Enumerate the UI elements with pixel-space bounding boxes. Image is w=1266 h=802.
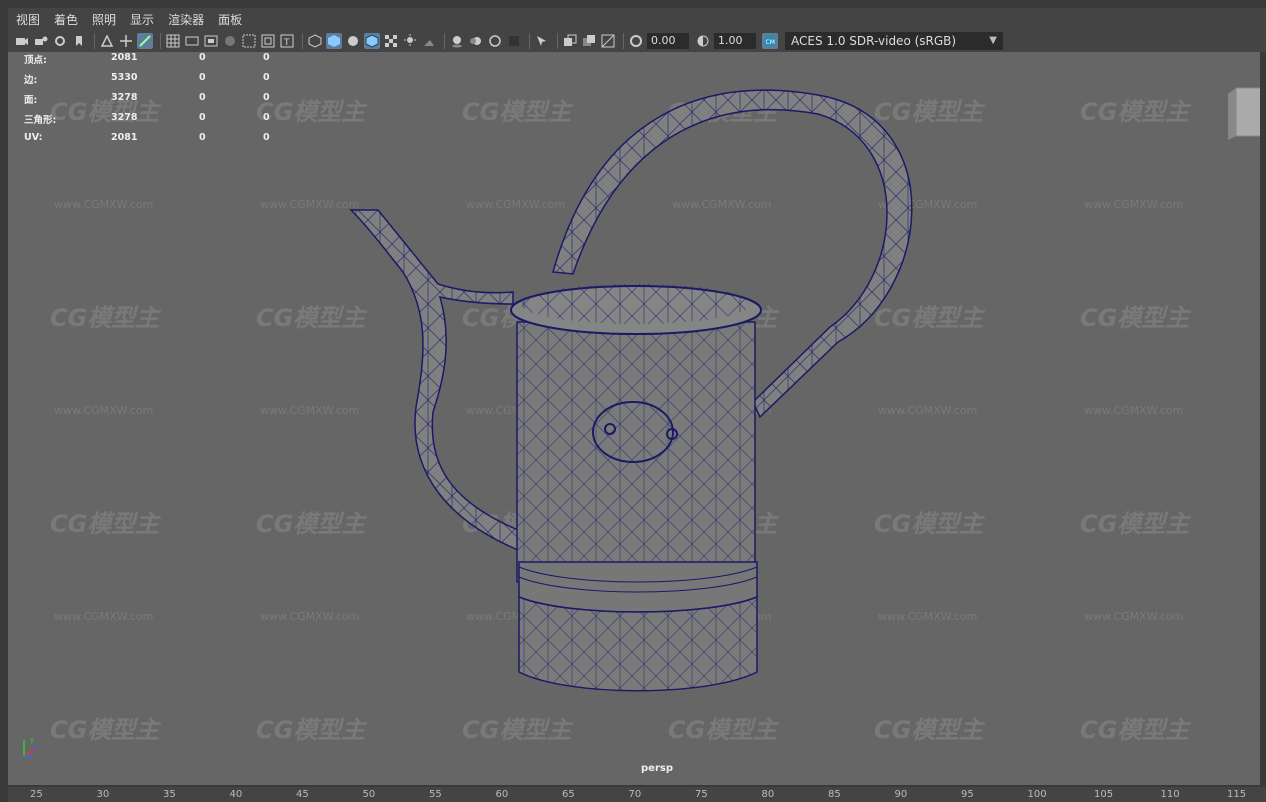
toolbar-separator — [302, 33, 303, 49]
screen-space-ao-icon[interactable] — [449, 33, 465, 49]
ruler-tick-label: 100 — [1027, 789, 1047, 800]
exposure-icon[interactable] — [628, 33, 644, 49]
toolbar-separator — [529, 33, 530, 49]
grid-icon[interactable] — [165, 33, 181, 49]
ruler-tick-label: 105 — [1094, 789, 1114, 800]
safe-action-icon[interactable] — [260, 33, 276, 49]
menu-show[interactable]: 显示 — [130, 11, 154, 28]
gamma-icon[interactable] — [695, 33, 711, 49]
view-cube-icon[interactable] — [1228, 84, 1260, 140]
time-ruler[interactable]: 25 30 35 40 45 50 55 60 65 70 75 80 85 90 95 100 105 110 1… — [0, 787, 1266, 802]
field-chart-icon[interactable] — [241, 33, 257, 49]
toolbar-separator — [94, 33, 95, 49]
shadows-icon[interactable] — [421, 33, 437, 49]
3d-viewport[interactable]: CG模型主 CG模型主 CG模型主 CG模型主 CG模型主 CG模型主 CG模型主 CG模型主… — [8, 52, 1260, 785]
ruler-tick-label: 55 — [429, 789, 442, 800]
safe-title-icon[interactable]: T — [279, 33, 295, 49]
panel-toolbar: T 0.00 1.00 CM ACES 1.0 SDR-video (sRGB)… — [8, 30, 1266, 52]
2d-pan-zoom-icon[interactable] — [118, 33, 134, 49]
view-transform-value: ACES 1.0 SDR-video (sRGB) — [791, 34, 957, 48]
ruler-tick-label: 75 — [695, 789, 708, 800]
ruler-tick-label: 110 — [1160, 789, 1180, 800]
motion-blur-icon[interactable] — [468, 33, 484, 49]
menu-lighting[interactable]: 照明 — [92, 11, 116, 28]
svg-text:CM: CM — [766, 39, 775, 46]
svg-text:y: y — [30, 736, 34, 744]
left-edge-strip — [0, 0, 8, 802]
ruler-tick-label: 85 — [828, 789, 841, 800]
ruler-tick-label: 70 — [628, 789, 642, 800]
film-gate-icon[interactable] — [184, 33, 200, 49]
ruler-tick-label: 35 — [163, 789, 176, 800]
camera-select-icon[interactable] — [14, 33, 30, 49]
ruler-tick-label: 30 — [96, 789, 110, 800]
grease-pencil-icon[interactable] — [137, 33, 153, 49]
resolution-gate-icon[interactable] — [203, 33, 219, 49]
toolbar-separator — [557, 33, 558, 49]
camera-label: persp — [641, 763, 673, 774]
gamma-field[interactable]: 1.00 — [714, 33, 756, 49]
ruler-tick-label: 95 — [961, 789, 974, 800]
menu-view[interactable]: 视图 — [16, 11, 40, 28]
ruler-tick-label: 65 — [562, 789, 575, 800]
isolate-select-icon[interactable] — [534, 33, 550, 49]
wireframe-icon[interactable] — [307, 33, 323, 49]
bookmark-camera-icon[interactable] — [52, 33, 68, 49]
view-transform-dropdown[interactable]: ACES 1.0 SDR-video (sRGB) ▼ — [785, 32, 1003, 50]
ruler-tick-label: 80 — [761, 789, 775, 800]
maya-viewport-window: 视图 着色 照明 显示 渲染器 面板 T 0.00 1.00 CM ACES 1… — [0, 0, 1266, 802]
anti-aliasing-icon[interactable] — [487, 33, 503, 49]
depth-of-field-icon[interactable] — [506, 33, 522, 49]
toolbar-separator — [444, 33, 445, 49]
ruler-tick-label: 45 — [296, 789, 309, 800]
menu-panels[interactable]: 面板 — [218, 11, 242, 28]
use-all-lights-icon[interactable] — [402, 33, 418, 49]
gate-mask-icon[interactable] — [222, 33, 238, 49]
color-management-icon[interactable]: CM — [762, 33, 778, 49]
textured-icon[interactable] — [383, 33, 399, 49]
toolbar-separator — [623, 33, 624, 49]
exposure-field[interactable]: 0.00 — [647, 33, 689, 49]
menu-renderer[interactable]: 渲染器 — [168, 11, 204, 28]
ruler-tick-label: 60 — [495, 789, 509, 800]
ruler-tick-label: 90 — [894, 789, 908, 800]
toolbar-separator — [160, 33, 161, 49]
xray-icon[interactable] — [562, 33, 578, 49]
chevron-down-icon: ▼ — [989, 35, 997, 46]
menu-shading[interactable]: 着色 — [54, 11, 78, 28]
smooth-shade-icon[interactable] — [326, 33, 342, 49]
ruler-tick-label: 25 — [30, 789, 43, 800]
image-plane-icon[interactable] — [99, 33, 115, 49]
ruler-tick-label: 50 — [362, 789, 376, 800]
xray-components-icon[interactable] — [600, 33, 616, 49]
xray-joints-icon[interactable] — [581, 33, 597, 49]
svg-text:T: T — [283, 38, 290, 48]
ruler-tick-label: 40 — [229, 789, 243, 800]
axis-gizmo-icon: y z — [23, 736, 36, 757]
wireframe-on-shaded-icon[interactable] — [364, 33, 380, 49]
ruler-tick-label: 115 — [1227, 789, 1247, 800]
watering-can-wireframe-mesh[interactable] — [8, 52, 1260, 785]
default-material-icon[interactable] — [345, 33, 361, 49]
bookmark-icon[interactable] — [71, 33, 87, 49]
svg-text:z: z — [32, 744, 36, 752]
panel-menu-bar: 视图 着色 照明 显示 渲染器 面板 — [8, 8, 1266, 30]
camera-attributes-icon[interactable] — [33, 33, 49, 49]
